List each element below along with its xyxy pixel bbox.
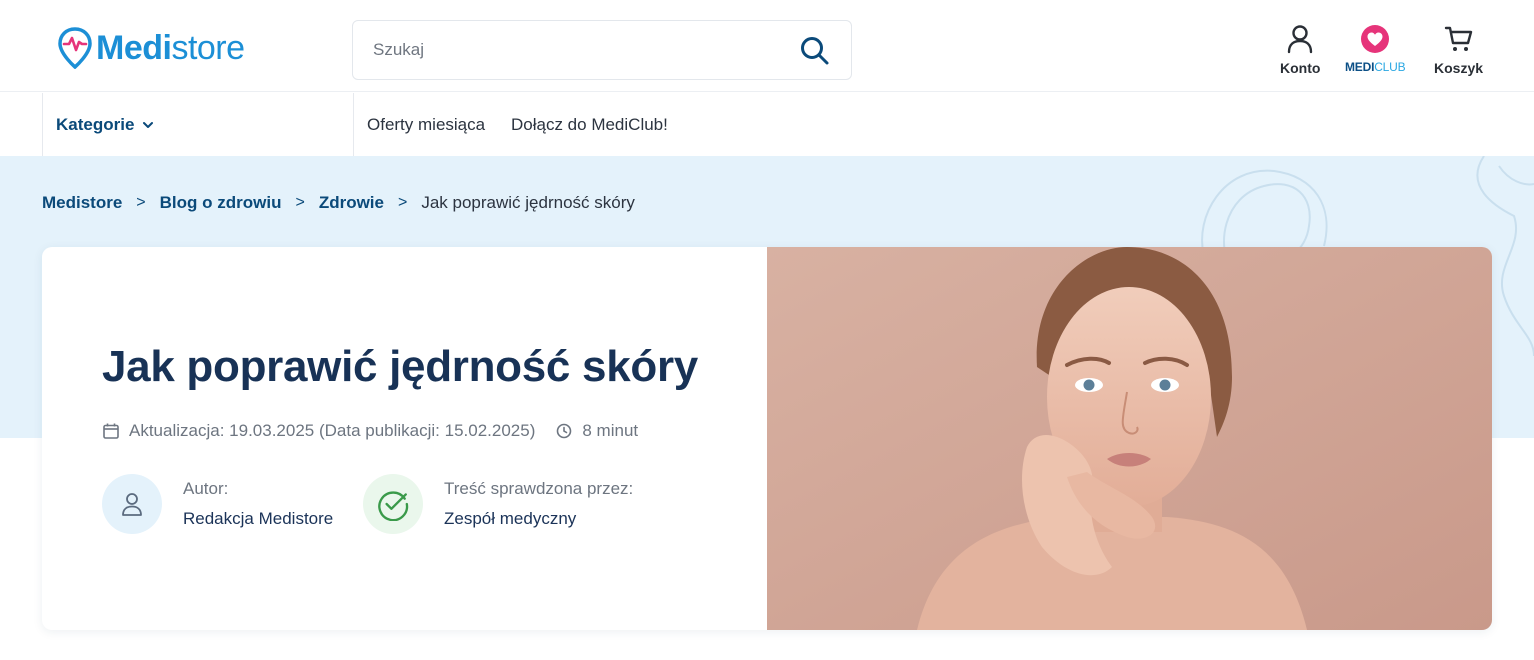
search-icon[interactable] — [799, 35, 831, 67]
article-hero-card: Jak poprawić jędrność skóry Aktualizacja… — [42, 247, 1492, 630]
search-input[interactable] — [353, 21, 793, 79]
calendar-icon — [103, 423, 119, 439]
logo-text: Medistore — [96, 29, 245, 67]
reviewer-avatar — [363, 474, 423, 534]
article-title: Jak poprawić jędrność skóry — [102, 342, 698, 391]
location-pulse-icon — [58, 27, 92, 69]
account-button[interactable]: Konto — [1280, 24, 1320, 76]
breadcrumb-separator: > — [136, 194, 146, 211]
cart-label: Koszyk — [1434, 60, 1484, 76]
heart-icon — [1361, 25, 1390, 53]
account-label: Konto — [1280, 60, 1321, 76]
logo[interactable]: Medistore — [58, 27, 245, 69]
nav-link-mediclub[interactable]: Dołącz do MediClub! — [511, 93, 668, 156]
breadcrumb-home[interactable]: Medistore — [42, 193, 122, 213]
reviewer-block: Treść sprawdzona przez: Zespół medyczny — [363, 474, 633, 534]
author-name[interactable]: Redakcja Medistore — [183, 509, 333, 529]
article-hero-image — [767, 247, 1492, 630]
search-bar — [352, 20, 852, 80]
breadcrumb: Medistore > Blog o zdrowiu > Zdrowie > J… — [42, 190, 635, 216]
breadcrumb-blog[interactable]: Blog o zdrowiu — [160, 193, 282, 213]
site-header: Medistore Konto MEDICLUB Koszyk — [0, 0, 1534, 92]
user-icon — [122, 493, 142, 516]
nav-link-offers[interactable]: Oferty miesiąca — [367, 93, 485, 156]
article-dates: Aktualizacja: 19.03.2025 (Data publikacj… — [129, 421, 536, 440]
check-circle-icon — [378, 491, 409, 521]
article-meta: Aktualizacja: 19.03.2025 (Data publikacj… — [102, 421, 638, 441]
breadcrumb-separator: > — [295, 194, 305, 211]
cart-button[interactable]: Koszyk — [1434, 24, 1483, 76]
cart-icon — [1444, 26, 1472, 51]
author-block: Autor: Redakcja Medistore — [102, 474, 333, 534]
read-time: 8 minut — [582, 421, 639, 440]
user-icon — [1288, 25, 1313, 54]
author-caption: Autor: — [183, 479, 229, 498]
author-avatar — [102, 474, 162, 534]
breadcrumb-current: Jak poprawić jędrność skóry — [421, 193, 635, 212]
mediclub-button[interactable]: MEDICLUB — [1345, 24, 1406, 74]
categories-label: Kategorie — [56, 114, 135, 134]
categories-dropdown[interactable]: Kategorie — [42, 93, 354, 156]
reviewer-caption: Treść sprawdzona przez: — [444, 479, 634, 498]
mediclub-label: MEDICLUB — [1345, 60, 1406, 74]
breadcrumb-separator: > — [397, 194, 408, 211]
chevron-down-icon — [143, 121, 154, 128]
reviewer-name[interactable]: Zespół medyczny — [444, 509, 633, 529]
main-nav: Kategorie Oferty miesiąca Dołącz do Medi… — [0, 93, 1534, 156]
clock-icon — [557, 423, 572, 439]
breadcrumb-health[interactable]: Zdrowie — [319, 193, 384, 213]
